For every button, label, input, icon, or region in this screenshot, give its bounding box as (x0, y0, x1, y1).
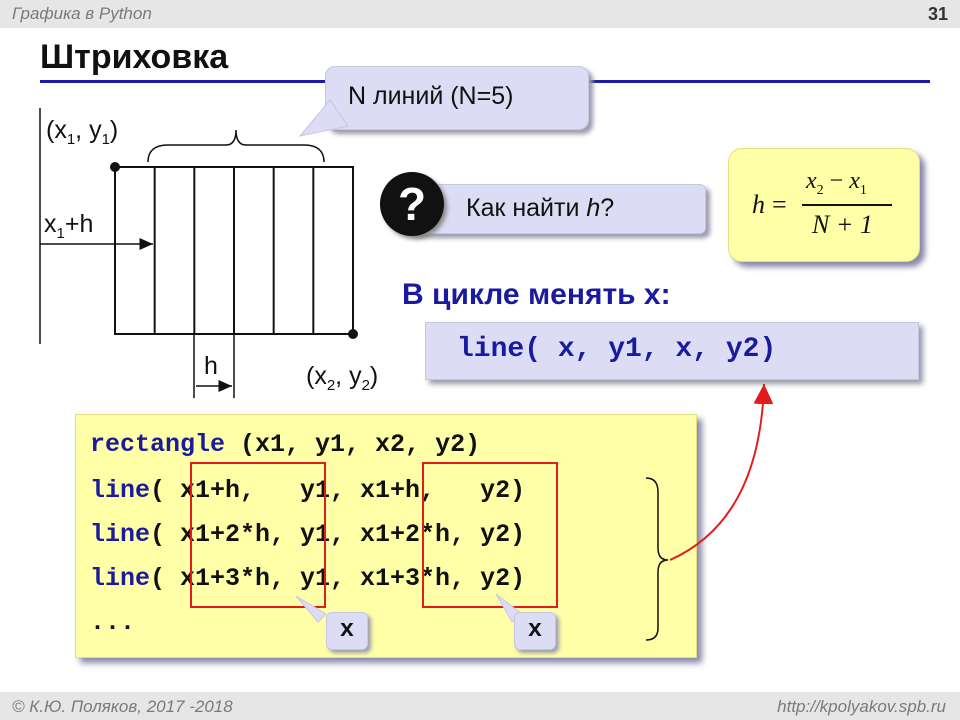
x-badge-right: x (514, 612, 556, 650)
x-badge-left: x (326, 612, 368, 650)
footer-site-link[interactable]: http://kpolyakov.spb.ru (777, 697, 946, 717)
red-pointer-arrow (669, 383, 774, 561)
annotation-overlay (295, 383, 774, 641)
right-brace (645, 477, 669, 641)
footer-author: © К.Ю. Поляков, 2017 -2018 (12, 697, 233, 716)
left-badge-tail (295, 595, 327, 623)
